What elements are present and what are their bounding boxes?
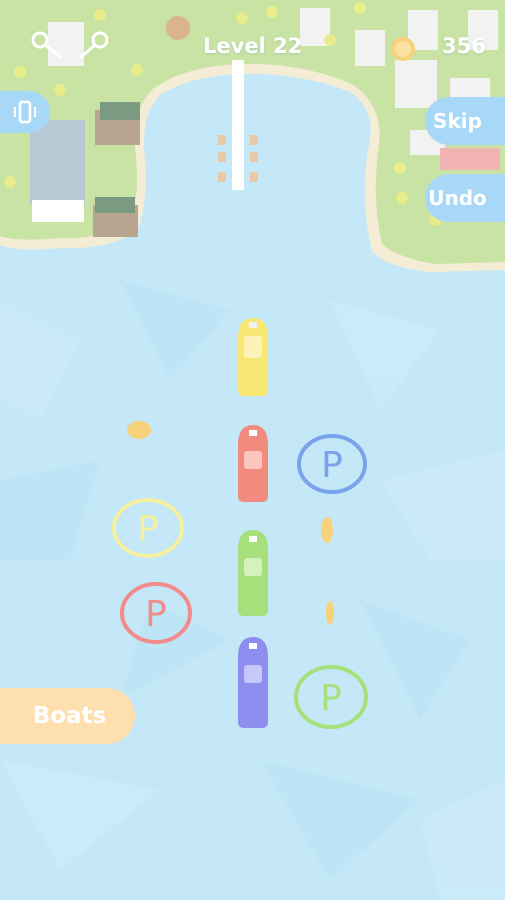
boats-button[interactable]: Boats bbox=[0, 688, 135, 744]
boat-red[interactable] bbox=[238, 425, 268, 502]
undo-label: Undo bbox=[428, 186, 487, 210]
boats-label: Boats bbox=[32, 703, 107, 729]
svg-text:P: P bbox=[321, 445, 343, 486]
boat-yellow[interactable] bbox=[238, 318, 268, 396]
coin-icon bbox=[391, 37, 415, 61]
vibration-button[interactable] bbox=[0, 91, 50, 133]
undo-button[interactable]: Undo bbox=[425, 174, 505, 222]
coin-count: 356 bbox=[442, 34, 486, 58]
skip-button[interactable]: Skip bbox=[425, 97, 505, 145]
coin bbox=[127, 421, 151, 439]
coin bbox=[326, 601, 334, 625]
keys-icon[interactable] bbox=[28, 28, 118, 70]
svg-text:P: P bbox=[320, 678, 342, 719]
boat-blue[interactable] bbox=[238, 637, 268, 728]
coin bbox=[321, 517, 333, 543]
svg-text:P: P bbox=[137, 509, 159, 550]
svg-text:P: P bbox=[145, 594, 167, 635]
skip-label: Skip bbox=[433, 109, 482, 133]
boat-green[interactable] bbox=[238, 530, 268, 616]
level-label: Level 22 bbox=[203, 34, 303, 58]
vibration-icon bbox=[14, 100, 36, 124]
